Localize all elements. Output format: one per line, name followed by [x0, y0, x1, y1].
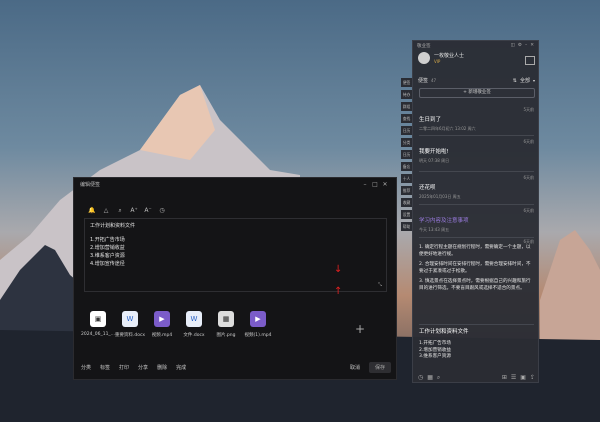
side-tab[interactable]: 群组 [401, 102, 412, 111]
attachment-item[interactable]: ▣ 2024_06_11_... [81, 311, 115, 338]
notes-count: 47 [431, 78, 437, 83]
attachment-item[interactable]: ▶ 视频.mp4 [148, 311, 176, 338]
delete-button[interactable]: 删除 [157, 364, 167, 371]
side-tab[interactable]: 日历 [401, 126, 412, 135]
layout-icon[interactable] [525, 56, 535, 65]
chevron-down-icon: ▾ [532, 78, 535, 83]
search-icon[interactable]: ⌕ [437, 374, 440, 382]
username: 一枚敬业人士 [434, 53, 465, 59]
clock-icon[interactable]: ◷ [158, 207, 166, 215]
attachment-item[interactable]: W 文件.docx [180, 311, 208, 338]
word-icon: W [122, 311, 138, 327]
app-title: 敬业签 [417, 43, 431, 49]
settings-icon[interactable]: ⚙ [518, 43, 522, 48]
side-tab[interactable]: 分类 [401, 138, 412, 147]
video-icon: ▶ [250, 311, 266, 327]
note-item[interactable]: 6天前 1. 确定行程主题在规划行程时，需要确定一个主题，以便更好地进行规。 2… [419, 239, 534, 292]
note-item[interactable]: 6天前 我要开始啦! 明天 07:38 周日 [419, 139, 534, 164]
font-smaller-icon[interactable]: A⁻ [144, 207, 152, 215]
edit-note-window: 编辑便签 – □ ✕ 🔔 △ ⌕ A⁺ A⁻ ◷ 工作计划和资料文件 1.开拓广… [73, 177, 397, 380]
content-line: 工作计划和资料文件 [90, 223, 136, 229]
triangle-icon[interactable]: △ [102, 207, 110, 215]
attachment-item[interactable]: ▶ 视频(1).mp4 [244, 311, 272, 338]
notes-tab-row: 便签 47 ⇅ 全部 ▾ [418, 77, 535, 85]
side-tab[interactable]: 推荐 [401, 186, 412, 195]
panel-header: 敬业签 ◫ ⚙ – ✕ [413, 41, 538, 50]
attachment-list: ▣ 2024_06_11_... W 重要资料.docx ▶ 视频.mp4 W … [81, 311, 272, 338]
note-item[interactable]: 工作计划和资料文件 1.开拓广告市场 2.增加营销收益 3.维系客户资源 [419, 327, 534, 361]
red-arrow-up-icon: ↑ [334, 286, 343, 297]
note-item[interactable]: 5天前 生日到了 二零二四年6月初六 13:02 周六 [419, 107, 534, 132]
side-tab[interactable]: 待办 [401, 90, 412, 99]
attachment-item[interactable]: W 重要资料.docx [115, 311, 145, 338]
content-line: 4.增加宣传途径 [90, 261, 125, 267]
share-icon[interactable]: ⇪ [530, 374, 535, 382]
side-tab[interactable]: 设置 [401, 210, 412, 219]
category-button[interactable]: 分类 [81, 364, 91, 371]
sort-icon[interactable]: ⇅ [513, 78, 517, 84]
red-arrow-down-icon: ↓ [334, 264, 343, 275]
close-icon[interactable]: ✕ [380, 181, 390, 188]
divider [419, 171, 534, 172]
notes-panel: 敬业签 ◫ ⚙ – ✕ 一枚敬业人士 VIP 便签 47 ⇅ 全部 ▾ + 新增… [412, 40, 539, 383]
tag-button[interactable]: 标签 [100, 364, 110, 371]
minimize-icon[interactable]: – [360, 181, 370, 188]
note-item[interactable]: 6天前 学习内容及注意事项 今天 13:43 周五 [419, 208, 534, 233]
divider [419, 135, 534, 136]
side-tab-strip: 便签 待办 群组 查找 日历 分类 日历 备忘 十人 推荐 收藏 设置 帮助 [401, 78, 412, 234]
share-button[interactable]: 分享 [138, 364, 148, 371]
side-tab[interactable]: 便签 [401, 78, 412, 87]
divider [419, 204, 534, 205]
done-button[interactable]: 完成 [176, 364, 186, 371]
editor-bottom-bar: 分类 标签 打印 分享 删除 完成 取消 保存 [81, 362, 391, 373]
search-icon[interactable]: ⌕ [116, 207, 124, 215]
add-attachment-icon[interactable]: + [355, 322, 365, 336]
filter-dropdown[interactable]: 全部 [520, 77, 530, 84]
video-icon: ▶ [154, 311, 170, 327]
clock-icon[interactable]: ◷ [418, 374, 423, 382]
calendar-icon[interactable]: ▦ [427, 374, 433, 382]
close-icon[interactable]: ✕ [530, 43, 534, 48]
cancel-button[interactable]: 取消 [350, 364, 360, 371]
minimize-icon[interactable]: – [525, 43, 527, 48]
note-item[interactable]: 6天前 还花呗 2025年01月03日 周五 [419, 175, 534, 200]
editor-toolbar: 🔔 △ ⌕ A⁺ A⁻ ◷ [88, 207, 166, 215]
side-tab[interactable]: 帮助 [401, 222, 412, 231]
side-tab[interactable]: 十人 [401, 174, 412, 183]
file-icon: ▣ [90, 311, 106, 327]
vip-badge: VIP [434, 59, 441, 64]
print-button[interactable]: 打印 [119, 364, 129, 371]
attachment-item[interactable]: ▦ 图片.png [212, 311, 240, 338]
skin-icon[interactable]: ◫ [511, 43, 515, 48]
resize-handle-icon[interactable]: ⤡ [378, 282, 382, 288]
maximize-icon[interactable]: □ [370, 181, 380, 188]
side-tab[interactable]: 备忘 [401, 162, 412, 171]
grid-icon[interactable]: ▣ [520, 374, 526, 382]
user-info[interactable]: 一枚敬业人士 VIP [418, 52, 464, 64]
list-icon[interactable]: ☰ [511, 374, 516, 382]
content-line: 1.开拓广告市场 [90, 237, 125, 243]
avatar[interactable] [418, 52, 430, 64]
font-bigger-icon[interactable]: A⁺ [130, 207, 138, 215]
bell-icon[interactable]: 🔔 [88, 207, 96, 215]
divider [419, 237, 534, 238]
content-line: 2.增加营销收益 [90, 245, 125, 251]
tab-notes[interactable]: 便签 [418, 77, 428, 84]
editor-title: 编辑便签 [80, 181, 101, 188]
content-line: 3.维系客户资源 [90, 253, 125, 259]
panel-bottom-bar: ◷ ▦ ⌕ ⊞ ☰ ▣ ⇪ [418, 374, 535, 382]
note-content-editor[interactable]: 工作计划和资料文件 1.开拓广告市场 2.增加营销收益 3.维系客户资源 4.增… [84, 218, 387, 292]
editor-titlebar: 编辑便签 – □ ✕ [74, 178, 396, 190]
save-button[interactable]: 保存 [368, 362, 391, 373]
divider [419, 324, 534, 325]
image-icon: ▦ [218, 311, 234, 327]
word-icon: W [186, 311, 202, 327]
side-tab[interactable]: 收藏 [401, 198, 412, 207]
new-note-button[interactable]: + 新增敬业签 [419, 88, 535, 98]
add-icon[interactable]: ⊞ [502, 374, 507, 382]
side-tab[interactable]: 日历 [401, 150, 412, 159]
side-tab[interactable]: 查找 [401, 114, 412, 123]
